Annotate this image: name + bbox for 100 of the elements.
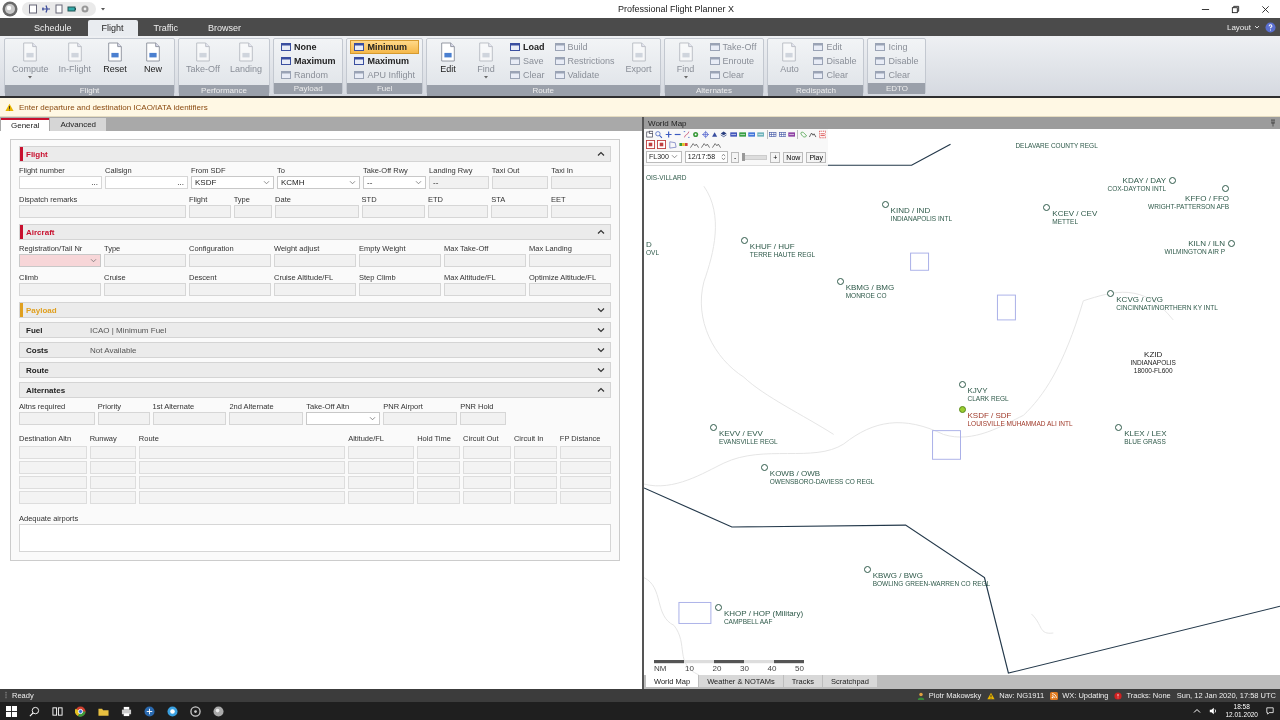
table-cell[interactable] <box>138 446 346 459</box>
pin-icon[interactable] <box>1270 119 1276 127</box>
ribbon-button[interactable]: Minimum <box>350 40 419 54</box>
page-icon[interactable] <box>54 4 64 14</box>
input-field[interactable] <box>444 283 526 296</box>
input-field[interactable] <box>529 283 611 296</box>
airport-icon[interactable] <box>836 277 844 285</box>
printer-icon[interactable] <box>121 705 132 717</box>
table-cell[interactable] <box>513 461 557 474</box>
table-cell[interactable] <box>138 491 346 504</box>
dropdown-field[interactable] <box>306 412 381 425</box>
table-cell[interactable] <box>559 476 611 489</box>
table-cell[interactable] <box>89 491 136 504</box>
ribbon-button[interactable]: None <box>276 40 340 54</box>
map-layer-icon[interactable] <box>738 130 747 139</box>
input-field[interactable] <box>274 283 356 296</box>
dropdown-field[interactable]: KSDF <box>191 176 274 189</box>
time-slider[interactable] <box>742 154 768 160</box>
map-layer-icon[interactable] <box>788 130 796 139</box>
input-field[interactable] <box>19 283 101 296</box>
page-icon[interactable] <box>28 4 38 14</box>
ribbon-button[interactable]: Load <box>506 40 549 54</box>
chart-layer-icon[interactable] <box>646 140 655 149</box>
input-field[interactable] <box>189 283 271 296</box>
airport-icon[interactable] <box>958 380 966 388</box>
airport-icon[interactable] <box>1043 204 1051 212</box>
input-field[interactable]: ... <box>19 176 102 189</box>
mountain-icon[interactable] <box>809 130 817 139</box>
table-cell[interactable] <box>138 476 346 489</box>
search-icon[interactable] <box>29 705 40 717</box>
ribbon-button[interactable]: Maximum <box>350 54 419 68</box>
app-logo-icon[interactable] <box>2 1 18 17</box>
gear-icon[interactable] <box>692 130 700 139</box>
table-cell[interactable] <box>463 491 511 504</box>
table-cell[interactable] <box>138 461 346 474</box>
select-icon[interactable] <box>646 130 654 139</box>
input-field[interactable] <box>551 176 611 189</box>
app-icon[interactable] <box>213 705 224 717</box>
input-field[interactable] <box>550 205 611 218</box>
input-field[interactable] <box>491 205 548 218</box>
input-field[interactable] <box>529 254 611 267</box>
table-cell[interactable] <box>19 461 87 474</box>
app-icon[interactable] <box>167 705 178 717</box>
speaker-icon[interactable] <box>1209 707 1218 715</box>
warning-grid-icon[interactable] <box>818 130 826 139</box>
table-cell[interactable] <box>463 476 511 489</box>
ribbon-tab[interactable]: Browser <box>194 20 256 36</box>
form-tab[interactable]: Advanced <box>50 118 107 131</box>
polygon-icon[interactable] <box>668 140 677 149</box>
table-cell[interactable] <box>559 491 611 504</box>
route-icon[interactable] <box>683 130 691 139</box>
input-field[interactable] <box>188 205 231 218</box>
input-field[interactable] <box>152 412 227 425</box>
table-cell[interactable] <box>89 446 136 459</box>
map-layer-icon[interactable] <box>729 130 737 139</box>
airport-icon[interactable] <box>1228 239 1236 247</box>
ribbon-tab[interactable]: Flight <box>87 20 138 36</box>
section-header[interactable]: Costs Not Available <box>19 342 611 358</box>
input-field[interactable] <box>491 176 549 189</box>
airport-icon[interactable] <box>740 236 748 244</box>
input-field[interactable] <box>359 254 441 267</box>
ribbon-button[interactable]: Edit <box>430 40 466 84</box>
ribbon-button[interactable]: Reset <box>97 40 134 84</box>
table-cell[interactable] <box>348 491 415 504</box>
table-cell[interactable] <box>348 446 415 459</box>
dropdown-field[interactable] <box>19 254 101 267</box>
ribbon-button[interactable]: Maximum <box>276 54 340 68</box>
input-field[interactable] <box>361 205 425 218</box>
airplane-icon[interactable] <box>41 4 51 14</box>
table-cell[interactable] <box>559 446 611 459</box>
chart-layer-icon[interactable] <box>657 140 666 149</box>
section-header[interactable]: Fuel ICAO | Minimum Fuel <box>19 322 611 338</box>
table-cell[interactable] <box>417 446 461 459</box>
input-field[interactable] <box>274 254 356 267</box>
text-area[interactable] <box>19 524 611 552</box>
input-field[interactable] <box>104 254 186 267</box>
input-field[interactable] <box>19 205 186 218</box>
input-field[interactable]: -- <box>429 176 489 189</box>
dropdown-field[interactable]: KCMH <box>276 176 360 189</box>
input-field[interactable] <box>275 205 359 218</box>
table-cell[interactable] <box>417 476 461 489</box>
battery-icon[interactable] <box>67 4 77 14</box>
table-cell[interactable] <box>513 476 557 489</box>
layout-menu[interactable]: Layout <box>1226 22 1260 32</box>
start-icon[interactable] <box>6 705 17 717</box>
table-cell[interactable] <box>417 491 461 504</box>
airport-icon[interactable] <box>958 405 966 413</box>
table-cell[interactable] <box>89 476 136 489</box>
bars-icon[interactable] <box>679 140 688 149</box>
input-field[interactable] <box>460 412 507 425</box>
table-cell[interactable] <box>89 461 136 474</box>
table-cell[interactable] <box>348 461 415 474</box>
airport-icon[interactable] <box>1169 176 1177 184</box>
notification-icon[interactable] <box>1266 707 1274 715</box>
section-header[interactable]: Aircraft <box>19 224 611 240</box>
table-icon[interactable] <box>769 130 777 139</box>
gear-icon[interactable] <box>80 4 90 14</box>
airport-icon[interactable] <box>863 566 871 574</box>
table-cell[interactable] <box>463 446 511 459</box>
slider-thumb[interactable] <box>742 152 746 161</box>
